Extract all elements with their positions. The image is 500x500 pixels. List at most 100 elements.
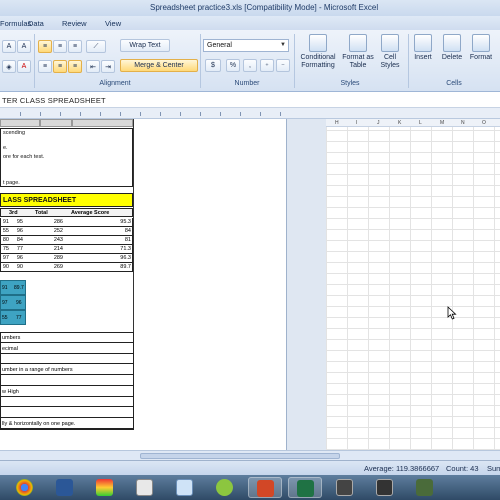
column-header-total: Total [35,210,48,216]
ruler [0,108,500,119]
align-middle-icon[interactable]: ≡ [53,40,67,53]
format-as-table-label: Format as Table [342,54,374,69]
align-left-icon[interactable]: ≡ [38,60,52,73]
conditional-formatting-button[interactable]: Conditional Formatting [296,34,340,70]
tab-view[interactable]: View [105,19,121,28]
percent-button[interactable]: % [226,59,240,72]
instruction-row: ecimal [0,344,133,354]
column-headers: H I J K L M N O [326,119,500,127]
insert-icon [414,34,432,52]
wrap-text-button[interactable]: Wrap Text [120,39,170,52]
table-cell: 96 [16,255,23,261]
delete-label: Delete [441,54,463,61]
table-cell: 243 [53,237,63,243]
instruction-row [0,354,133,365]
table-cell: 214 [53,246,63,252]
scrollbar-thumb[interactable] [140,453,340,459]
align-bottom-icon[interactable]: ≡ [68,40,82,53]
table-row[interactable]: 75 77 214 71.3 [0,245,133,254]
word-taskbar-icon[interactable] [48,477,82,498]
stat-value: 91 [2,285,8,291]
stat-value: 96 [16,300,22,306]
insert-button[interactable]: Insert [410,34,436,62]
stat-value: 89.7 [14,285,24,291]
status-count: Count: 43 [446,464,479,473]
align-top-icon[interactable]: ≡ [38,40,52,53]
calendar-taskbar-icon[interactable] [128,477,162,498]
increase-indent-icon[interactable]: ⇥ [101,60,115,73]
column-header[interactable]: N [461,120,465,126]
column-header[interactable]: L [419,120,422,126]
stat-cells-row[interactable]: 97 96 [0,295,26,310]
decrease-font-icon[interactable]: A [17,40,31,53]
tab-formulas[interactable]: Formulas [0,19,31,28]
ribbon: A A ◈ A ≡ ≡ ≡ ⟋ Wrap Text ≡ ≡ ≡ ⇤ ⇥ Merg… [0,30,500,92]
cell-styles-icon [381,34,399,52]
column-header[interactable]: J [377,120,380,126]
divider [294,34,295,88]
cell-styles-button[interactable]: Cell Styles [376,34,404,70]
app-taskbar-icon[interactable] [408,477,442,498]
recorder-taskbar-icon[interactable] [368,477,402,498]
number-group-label: Number [234,80,260,87]
window-title: Spreadsheet practice3.xls [Compatibility… [150,3,379,12]
chevron-down-icon: ▼ [280,42,286,48]
conditional-formatting-icon [309,34,327,52]
worksheet-grid[interactable] [326,119,500,450]
styles-group-label: Styles [340,80,360,87]
table-header-row: 3rd Total Average Score [0,208,133,217]
table-cell: 80 [2,237,9,243]
align-right-icon[interactable]: ≡ [68,60,82,73]
table-cell: 84 [124,228,131,234]
camtasia-taskbar-icon[interactable] [208,477,242,498]
tab-data[interactable]: Data [28,19,44,28]
instruction-line: t page. [3,180,20,186]
media-taskbar-icon[interactable] [328,477,362,498]
decrease-decimal-icon[interactable]: ⁻ [276,59,290,72]
table-row[interactable]: 97 96 289 96.3 [0,254,133,263]
column-header[interactable]: M [440,120,444,126]
number-format-select[interactable]: General ▼ [203,39,289,52]
instruction-line: scending [3,130,26,136]
merge-center-button[interactable]: Merge & Center [120,59,198,72]
format-as-table-button[interactable]: Format as Table [342,34,374,70]
column-header[interactable]: K [398,120,401,126]
table-cell: 95.3 [120,219,131,225]
orientation-icon[interactable]: ⟋ [86,40,106,53]
excel-taskbar-icon[interactable] [288,477,322,498]
table-row[interactable]: 91 95 286 95.3 [0,218,133,227]
format-icon [472,34,490,52]
tab-review[interactable]: Review [62,19,87,28]
traffic-app-taskbar-icon[interactable] [88,477,122,498]
chrome-taskbar-icon[interactable] [8,477,42,498]
instruction-row: umbers [0,333,133,343]
table-row[interactable]: 90 90 269 89.7 [0,263,133,272]
notepad-taskbar-icon[interactable] [168,477,202,498]
table-cell: 96 [16,228,23,234]
table-row[interactable]: 80 84 243 81 [0,236,133,245]
decrease-indent-icon[interactable]: ⇤ [86,60,100,73]
format-button[interactable]: Format [466,34,496,62]
spreadsheet-title-cell[interactable]: LASS SPREADSHEET [0,193,133,207]
font-color-icon[interactable]: A [17,60,31,73]
column-header[interactable]: I [356,120,357,126]
delete-button[interactable]: Delete [438,34,466,62]
status-bar: Average: 119.3866667 Count: 43 Sum [0,460,500,475]
currency-button[interactable]: $ [205,59,221,72]
increase-decimal-icon[interactable]: ⁺ [260,59,274,72]
table-cell: 252 [53,228,63,234]
stat-cells-row[interactable]: 55 77 [0,310,26,325]
comma-button[interactable]: , [243,59,257,72]
column-header[interactable]: O [482,120,486,126]
sheet-header-title: TER CLASS SPREADSHEET [2,96,106,105]
fill-color-icon[interactable]: ◈ [2,60,16,73]
table-row[interactable]: 55 96 252 84 [0,227,133,236]
horizontal-scrollbar[interactable] [0,450,500,460]
powerpoint-taskbar-icon[interactable] [248,477,282,498]
column-header[interactable]: H [335,120,339,126]
increase-font-icon[interactable]: A [2,40,16,53]
table-cell: 71.3 [120,246,131,252]
stat-cells-row[interactable]: 91 89.7 [0,280,26,295]
align-center-icon[interactable]: ≡ [53,60,67,73]
delete-icon [443,34,461,52]
